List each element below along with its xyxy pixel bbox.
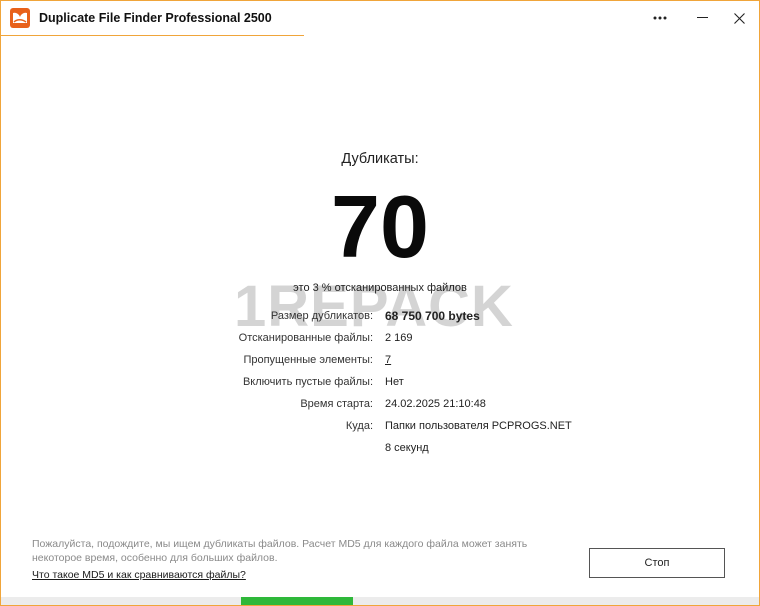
title-accent-line bbox=[1, 35, 304, 36]
duplicates-percent: это 3 % отсканированных файлов bbox=[293, 282, 467, 294]
stat-row-size: Размер дубликатов: 68 750 700 bytes bbox=[1, 309, 759, 328]
skipped-items-link[interactable]: 7 bbox=[385, 354, 391, 366]
stat-label: Время старта: bbox=[300, 398, 373, 410]
progress-indicator bbox=[241, 597, 353, 605]
stat-label: Включить пустые файлы: bbox=[242, 376, 373, 388]
progress-bar bbox=[1, 597, 759, 605]
title-bar[interactable]: Duplicate File Finder Professional 2500 bbox=[1, 1, 759, 35]
duplicates-count: 70 bbox=[331, 177, 429, 276]
elapsed-time: 8 секунд bbox=[385, 442, 429, 454]
stat-value: 68 750 700 bytes bbox=[385, 309, 480, 323]
status-message: Пожалуйста, подождите, мы ищем дубликаты… bbox=[32, 538, 528, 564]
stat-row-start-time: Время старта: 24.02.2025 21:10:48 bbox=[1, 398, 759, 416]
stat-row-empty-files: Включить пустые файлы: Нет bbox=[1, 376, 759, 394]
close-icon[interactable] bbox=[722, 5, 756, 31]
stat-label: Размер дубликатов: bbox=[270, 310, 373, 322]
more-dots-icon[interactable] bbox=[643, 5, 677, 31]
duplicates-label: Дубликаты: bbox=[341, 151, 419, 167]
stat-row-target: Куда: Папки пользователя PCPROGS.NET bbox=[1, 420, 759, 438]
app-logo-icon bbox=[10, 8, 30, 28]
stat-label: Пропущенные элементы: bbox=[243, 354, 373, 366]
md5-help-link[interactable]: Что такое MD5 и как сравниваются файлы? bbox=[32, 569, 246, 581]
app-window: Duplicate File Finder Professional 2500 … bbox=[0, 0, 760, 606]
stat-value: 2 169 bbox=[385, 332, 413, 344]
stat-value: Нет bbox=[385, 376, 404, 388]
stat-label: Отсканированные файлы: bbox=[238, 332, 373, 344]
stat-value: Папки пользователя PCPROGS.NET bbox=[385, 420, 572, 432]
stat-row-scanned: Отсканированные файлы: 2 169 bbox=[1, 332, 759, 350]
stop-button[interactable]: Стоп bbox=[589, 548, 725, 578]
stat-row-elapsed: 8 секунд bbox=[1, 442, 759, 460]
minimize-icon[interactable] bbox=[685, 5, 719, 31]
stat-label: Куда: bbox=[345, 420, 373, 432]
stat-value: 24.02.2025 21:10:48 bbox=[385, 398, 486, 410]
stat-row-skipped: Пропущенные элементы: 7 bbox=[1, 354, 759, 372]
window-title: Duplicate File Finder Professional 2500 bbox=[39, 11, 272, 25]
